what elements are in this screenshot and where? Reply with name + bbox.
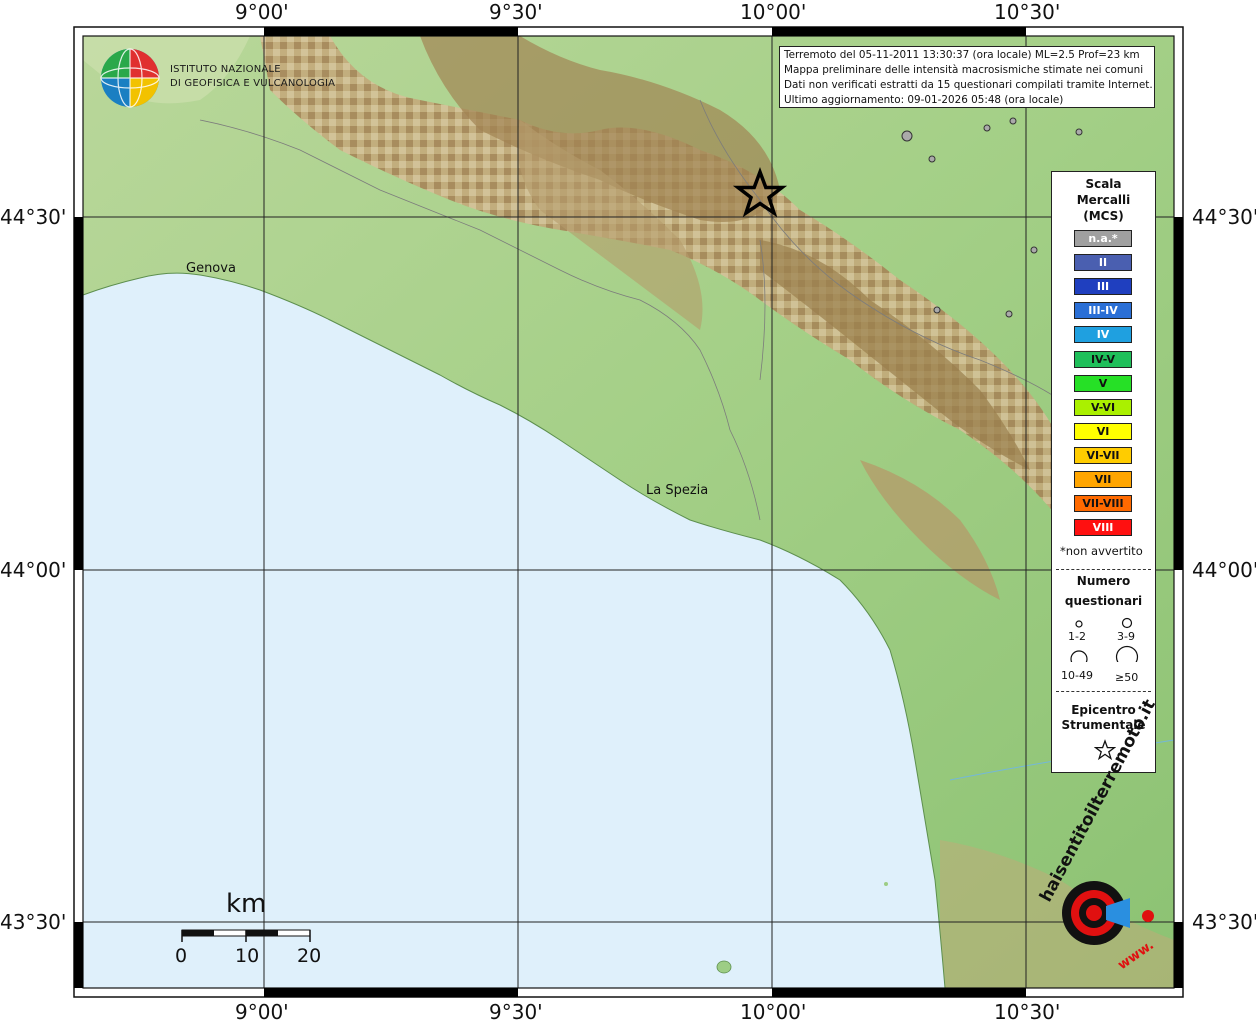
earthquake-info-box: Terremoto del 05-11-2011 13:30:37 (ora l… (779, 46, 1155, 108)
lat-label-left: 44°00' (0, 558, 67, 582)
info-line: Mappa preliminare delle intensità macros… (784, 64, 1144, 76)
lat-label-right: 44°30' (1192, 205, 1256, 229)
count-symbol-small (1075, 620, 1083, 628)
haisentito-brand: haisentitoilterremoto.it www. (1030, 696, 1170, 976)
intensity-swatch: VI (1074, 422, 1132, 440)
lon-label-top: 10°00' (740, 0, 807, 24)
lon-label-bottom: 10°00' (740, 1000, 807, 1024)
lon-label-top: 10°30' (994, 0, 1061, 24)
scale-bar-tick: 0 (175, 945, 188, 967)
info-line: Ultimo aggiornamento: 09-01-2026 05:48 (… (784, 94, 1064, 106)
legend-divider (1056, 691, 1151, 692)
intensity-swatch: III (1074, 278, 1132, 296)
legend-divider (1056, 569, 1151, 570)
count-symbol-large (1070, 650, 1088, 662)
count-label: 3-9 (1117, 630, 1135, 643)
lat-label-right: 43°30' (1192, 910, 1256, 934)
count-symbol-medium (1121, 617, 1133, 629)
not-felt-note: *non avvertito (1060, 544, 1143, 558)
legend-title: (MCS) (1083, 209, 1124, 223)
intensity-swatch: II (1074, 254, 1132, 272)
intensity-swatch: VIII (1074, 519, 1132, 537)
lat-label-left: 43°30' (0, 910, 67, 934)
scale-bar-tick: 10 (235, 945, 260, 967)
place-label-genova: Genova (186, 261, 236, 276)
intensity-legend: Scala Mercalli (MCS) n.a.* II III III-IV IV I… (1051, 171, 1156, 773)
ingv-logo-globe (100, 48, 160, 108)
count-label: ≥50 (1115, 671, 1139, 684)
intensity-swatch: VII-VIII (1074, 495, 1132, 513)
scale-bar-tick: 20 (297, 945, 322, 967)
count-label: 10-49 (1061, 669, 1093, 682)
count-title: questionari (1064, 594, 1143, 608)
lat-label-right: 44°00' (1192, 558, 1256, 582)
intensity-swatch: III-IV (1074, 302, 1132, 320)
intensity-swatch: VII (1074, 471, 1132, 488)
lon-label-bottom: 9°30' (489, 1000, 543, 1024)
lat-label-left: 44°30' (0, 205, 67, 229)
lon-label-bottom: 10°30' (994, 1000, 1061, 1024)
lon-label-top: 9°00' (235, 0, 289, 24)
count-label: 1-2 (1068, 630, 1086, 643)
intensity-swatch: V (1074, 374, 1132, 392)
legend-title: Scala (1085, 177, 1122, 191)
intensity-swatch: IV-V (1074, 350, 1132, 368)
place-label-la-spezia: La Spezia (646, 483, 709, 498)
institute-name-line2: DI GEOFISICA E VULCANOLOGIA (170, 78, 336, 89)
intensity-swatch: V-VI (1074, 398, 1132, 416)
lon-label-top: 9°30' (489, 0, 543, 24)
scale-bar-unit: km (226, 889, 267, 919)
count-symbol-xlarge (1115, 645, 1139, 662)
intensity-swatch: n.a.* (1074, 230, 1132, 247)
info-line: Dati non verificati estratti da 15 quest… (784, 79, 1153, 91)
info-line: Terremoto del 05-11-2011 13:30:37 (ora l… (784, 49, 1140, 61)
count-title: Numero (1076, 574, 1131, 588)
intensity-swatch: VI-VII (1074, 446, 1132, 464)
legend-title: Mercalli (1076, 193, 1131, 207)
brand-url: www. (1115, 937, 1157, 974)
lon-label-bottom: 9°00' (235, 1000, 289, 1024)
intensity-swatch: IV (1074, 326, 1132, 344)
institute-name-line1: ISTITUTO NAZIONALE (170, 64, 281, 75)
